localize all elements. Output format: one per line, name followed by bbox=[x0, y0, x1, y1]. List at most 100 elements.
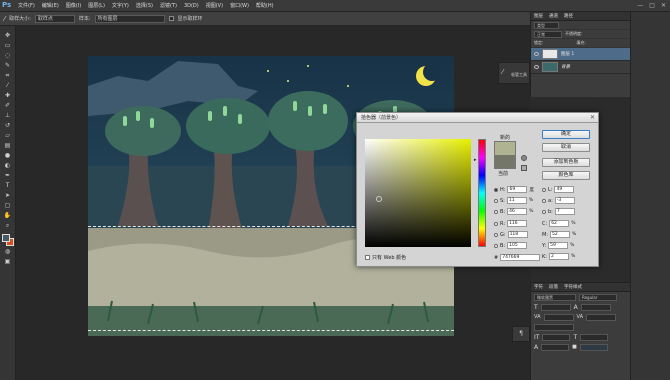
pen-tool-icon[interactable]: ✒ bbox=[2, 172, 13, 180]
path-select-icon[interactable]: ➤ bbox=[2, 192, 13, 200]
out-of-gamut-icon[interactable] bbox=[521, 155, 527, 161]
menu-help[interactable]: 帮助(H) bbox=[256, 2, 274, 9]
color-field[interactable] bbox=[365, 139, 471, 247]
menu-image[interactable]: 图像(I) bbox=[66, 2, 81, 9]
s-input[interactable]: 11 bbox=[506, 197, 527, 204]
quick-select-tool-icon[interactable]: ✎ bbox=[2, 62, 13, 70]
h-radio[interactable] bbox=[494, 187, 498, 192]
blue-radio[interactable] bbox=[494, 243, 498, 248]
tab-paragraph[interactable]: 段落 bbox=[549, 284, 558, 290]
menu-edit[interactable]: 编辑(E) bbox=[42, 2, 59, 9]
layer-row[interactable]: 图层 1 bbox=[531, 48, 630, 61]
menu-select[interactable]: 选择(S) bbox=[136, 2, 153, 9]
add-to-swatches-button[interactable]: 添加到色板 bbox=[542, 158, 590, 167]
lab-b-radio[interactable] bbox=[542, 209, 546, 214]
vertical-scale-field[interactable] bbox=[542, 333, 571, 341]
layer-row[interactable]: 背景 bbox=[531, 61, 630, 74]
y-input[interactable]: 59 bbox=[548, 242, 569, 249]
lab-l-input[interactable]: 49 bbox=[554, 186, 575, 193]
lasso-tool-icon[interactable]: ◌ bbox=[2, 52, 13, 60]
marquee-tool-icon[interactable]: ▭ bbox=[2, 42, 13, 50]
show-ring-checkbox[interactable] bbox=[168, 16, 174, 21]
m-input[interactable]: 52 bbox=[550, 231, 570, 238]
sample-size-select[interactable]: 取样点 bbox=[34, 14, 75, 23]
menu-type[interactable]: 文字(Y) bbox=[112, 2, 129, 9]
menu-window[interactable]: 窗口(W) bbox=[230, 2, 249, 9]
g-input[interactable]: 118 bbox=[507, 231, 528, 238]
tab-character-styles[interactable]: 字符样式 bbox=[564, 284, 582, 290]
tab-character[interactable]: 字符 bbox=[534, 284, 543, 290]
leading-field[interactable] bbox=[580, 303, 611, 311]
healing-tool-icon[interactable]: ✚ bbox=[2, 92, 13, 100]
web-safe-icon[interactable] bbox=[521, 165, 527, 171]
layer-kind-filter[interactable]: 类型 bbox=[534, 21, 559, 29]
scale-field[interactable] bbox=[534, 323, 574, 331]
minimize-icon[interactable]: — bbox=[637, 2, 643, 9]
b-input[interactable]: 46 bbox=[507, 208, 528, 215]
color-libraries-button[interactable]: 颜色库 bbox=[542, 171, 590, 180]
kerning-field[interactable] bbox=[543, 313, 574, 321]
blend-mode-select[interactable]: 正常 bbox=[534, 30, 562, 38]
cancel-button[interactable]: 取消 bbox=[542, 143, 590, 152]
tab-channels[interactable]: 通道 bbox=[549, 13, 558, 19]
font-size-field[interactable] bbox=[540, 303, 571, 311]
screen-mode-icon[interactable]: ▣ bbox=[2, 258, 13, 266]
move-tool-icon[interactable]: ✥ bbox=[2, 32, 13, 40]
brush-tool-icon[interactable]: ✐ bbox=[2, 102, 13, 110]
eye-icon[interactable] bbox=[534, 65, 539, 69]
shape-tool-icon[interactable]: ▢ bbox=[2, 202, 13, 210]
r-input[interactable]: 116 bbox=[507, 220, 528, 227]
crop-tool-icon[interactable]: ⌗ bbox=[2, 72, 13, 80]
r-radio[interactable] bbox=[494, 221, 498, 226]
sample-select[interactable]: 所有图层 bbox=[94, 14, 165, 23]
hex-input[interactable]: 747669 bbox=[500, 254, 541, 261]
hand-tool-icon[interactable]: ✋ bbox=[2, 212, 13, 220]
color-swatches[interactable] bbox=[1, 234, 14, 246]
paragraph-dock-icon[interactable]: ¶ bbox=[512, 326, 530, 342]
type-tool-icon[interactable]: T bbox=[2, 182, 13, 190]
lab-a-radio[interactable] bbox=[542, 198, 546, 203]
blue-input[interactable]: 105 bbox=[507, 242, 528, 249]
eyedropper-icon[interactable]: ⁄ bbox=[2, 82, 13, 90]
s-radio[interactable] bbox=[494, 198, 498, 203]
stamp-tool-icon[interactable]: ⊥ bbox=[2, 112, 13, 120]
lab-b-input[interactable]: 7 bbox=[554, 208, 575, 215]
menu-view[interactable]: 视图(V) bbox=[206, 2, 223, 9]
tab-layers[interactable]: 图层 bbox=[534, 13, 543, 19]
menu-filter[interactable]: 滤镜(T) bbox=[160, 2, 177, 9]
menu-3d[interactable]: 3D(D) bbox=[184, 3, 199, 9]
only-web-colors-checkbox[interactable] bbox=[365, 255, 370, 260]
eraser-tool-icon[interactable]: ▱ bbox=[2, 132, 13, 140]
menu-file[interactable]: 文件(F) bbox=[18, 2, 35, 9]
foreground-color-swatch[interactable] bbox=[1, 234, 10, 242]
h-input[interactable]: 69 bbox=[507, 186, 528, 193]
text-color-field[interactable] bbox=[579, 343, 608, 351]
zoom-tool-icon[interactable]: ⌕ bbox=[2, 222, 13, 230]
current-color-swatch[interactable] bbox=[494, 155, 516, 169]
quick-mask-icon[interactable]: ◍ bbox=[2, 248, 13, 256]
horizontal-scale-field[interactable] bbox=[580, 333, 609, 341]
c-input[interactable]: 62 bbox=[549, 220, 570, 227]
color-field-marker[interactable] bbox=[376, 196, 382, 202]
maximize-icon[interactable]: □ bbox=[649, 2, 655, 9]
g-radio[interactable] bbox=[494, 232, 498, 237]
lab-l-radio[interactable] bbox=[542, 187, 546, 192]
blur-tool-icon[interactable]: ● bbox=[2, 152, 13, 160]
baseline-field[interactable] bbox=[541, 343, 570, 351]
font-family-select[interactable]: 微软雅黑 bbox=[534, 293, 576, 301]
tracking-field[interactable] bbox=[586, 313, 617, 321]
dodge-tool-icon[interactable]: ◐ bbox=[2, 162, 13, 170]
eye-icon[interactable] bbox=[534, 52, 539, 56]
menu-layer[interactable]: 图层(L) bbox=[88, 2, 105, 9]
close-icon[interactable]: ✕ bbox=[661, 2, 666, 9]
hue-slider[interactable] bbox=[478, 139, 486, 247]
gradient-tool-icon[interactable]: ▤ bbox=[2, 142, 13, 150]
hue-slider-arrow-icon[interactable]: ▸ bbox=[474, 157, 477, 163]
ok-button[interactable]: 确定 bbox=[542, 130, 590, 139]
b-radio[interactable] bbox=[494, 209, 498, 214]
history-brush-icon[interactable]: ↺ bbox=[2, 122, 13, 130]
close-icon[interactable]: ✕ bbox=[590, 114, 595, 121]
tab-paths[interactable]: 路径 bbox=[564, 13, 573, 19]
font-style-select[interactable]: Regular bbox=[579, 293, 617, 301]
eyedropper-tool-icon[interactable]: ⁄ bbox=[4, 15, 5, 23]
